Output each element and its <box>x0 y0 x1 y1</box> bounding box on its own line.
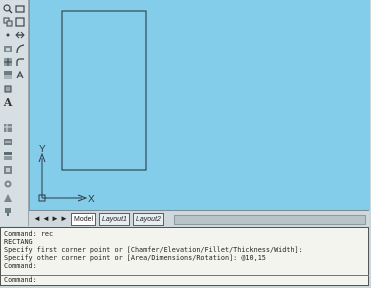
ucs-x-label: X <box>88 194 95 205</box>
table-icon[interactable] <box>3 123 13 133</box>
zoom-icon[interactable] <box>3 4 13 14</box>
tab-layout1[interactable]: Layout1 <box>99 213 130 226</box>
next-tab-button[interactable]: ► <box>51 214 59 223</box>
horizontal-scrollbar[interactable] <box>174 215 366 225</box>
paint-icon[interactable] <box>3 207 13 217</box>
first-tab-button[interactable]: ◄ <box>33 214 41 223</box>
command-history-line: Specify other corner point or [Area/Dime… <box>4 254 266 262</box>
rectangle-outline-icon[interactable] <box>15 17 25 27</box>
dimension-icon[interactable] <box>3 137 13 147</box>
copy-icon[interactable] <box>3 17 13 27</box>
ucs-y-label: Y <box>39 144 46 155</box>
drawn-rectangle <box>61 10 147 171</box>
gradient-icon[interactable] <box>3 70 13 80</box>
layer-icon[interactable] <box>3 151 13 161</box>
layout-tab-bar: ◄ ◄ ► ► Model Layout1 Layout2 <box>29 210 369 227</box>
command-input[interactable]: Command: <box>1 275 369 284</box>
command-history-line: RECTANG <box>4 238 33 246</box>
tab-model[interactable]: Model <box>71 213 97 226</box>
arc-icon[interactable] <box>15 44 25 54</box>
block-icon[interactable] <box>3 44 13 54</box>
command-window: Command: rec RECTANG Specify first corne… <box>0 227 369 286</box>
explode-icon[interactable] <box>15 70 25 80</box>
point-icon[interactable] <box>3 30 13 40</box>
region-icon[interactable] <box>3 84 13 94</box>
prev-tab-button[interactable]: ◄ <box>42 214 50 223</box>
properties-icon[interactable] <box>3 165 13 175</box>
hatch-icon[interactable] <box>3 57 13 67</box>
match-icon[interactable] <box>3 179 13 189</box>
measure-icon[interactable] <box>3 193 13 203</box>
rectangle-icon[interactable] <box>15 4 25 14</box>
fillet-icon[interactable] <box>15 57 25 67</box>
stretch-icon[interactable] <box>15 30 25 40</box>
last-tab-button[interactable]: ► <box>60 214 68 223</box>
text-letter[interactable]: A <box>3 97 13 108</box>
drawing-viewport[interactable]: Y X <box>29 0 370 210</box>
command-history-line: Specify first corner point or [Chamfer/E… <box>4 246 303 254</box>
tab-layout2[interactable]: Layout2 <box>133 213 164 226</box>
command-history-line: Command: <box>4 262 37 270</box>
left-toolbar: A <box>0 0 29 226</box>
command-history-line: Command: rec <box>4 230 54 238</box>
cad-application-window: A Y X ◄ ◄ ► ► Model Layout1 Layout2 Comm… <box>0 0 371 288</box>
